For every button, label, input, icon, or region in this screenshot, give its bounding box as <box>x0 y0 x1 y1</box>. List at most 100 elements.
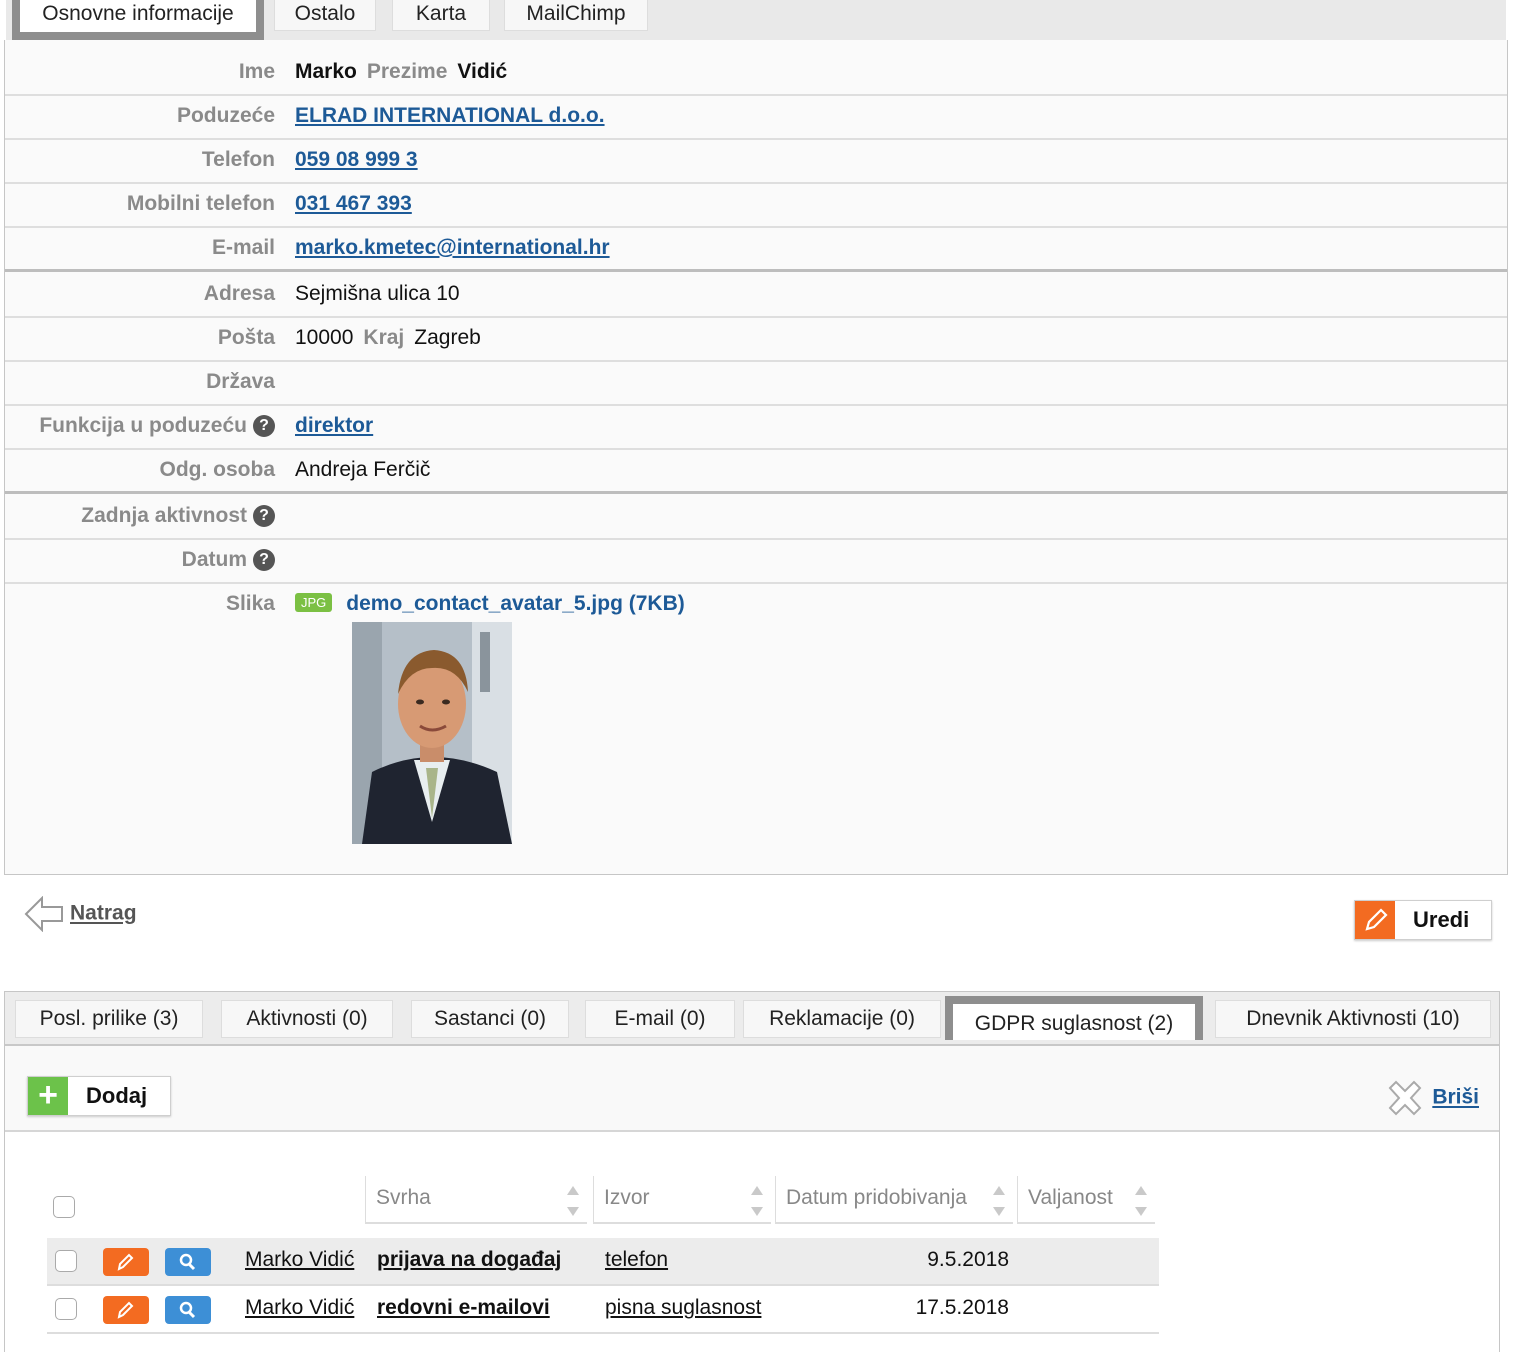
row-drzava: Država <box>5 362 1507 406</box>
edit-label: Uredi <box>1413 907 1470 932</box>
back-label[interactable]: Natrag <box>70 902 137 925</box>
back-arrow-icon <box>24 895 63 933</box>
tab-mailchimp[interactable]: MailChimp <box>504 0 648 31</box>
row-izvor-link[interactable]: telefon <box>605 1248 668 1272</box>
help-icon[interactable]: ? <box>253 505 275 527</box>
header-izvor[interactable]: Izvor <box>593 1176 771 1224</box>
adresa-label: Adresa <box>203 282 275 305</box>
view-row-button[interactable] <box>165 1248 211 1276</box>
tab-karta[interactable]: Karta <box>392 0 490 31</box>
ime-label: Ime <box>238 60 275 83</box>
posta-value: 10000 Kraj Zagreb <box>295 326 481 350</box>
header-svrha-label: Svrha <box>376 1186 431 1209</box>
row-datum: 9.5.2018 <box>927 1248 1009 1271</box>
delete-label[interactable]: Briši <box>1432 1086 1479 1109</box>
row-email: E-mail marko.kmetec@international.hr <box>5 228 1507 272</box>
zadnja-label: Zadnja aktivnost <box>81 504 247 527</box>
tab-aktivnosti[interactable]: Aktivnosti (0) <box>221 1000 393 1038</box>
select-all-checkbox[interactable] <box>53 1196 75 1218</box>
telefon-label: Telefon <box>201 148 275 171</box>
help-icon[interactable]: ? <box>253 415 275 437</box>
poduzece-label: Poduzeće <box>176 104 275 127</box>
delete-action[interactable]: Briši <box>1386 1080 1479 1116</box>
row-contact-link[interactable]: Marko Vidić <box>245 1248 354 1272</box>
sort-icon[interactable] <box>993 1186 1005 1216</box>
row-izvor-link[interactable]: pisna suglasnost <box>605 1296 761 1320</box>
postal-code: 10000 <box>295 326 354 349</box>
odg-label: Odg. osoba <box>159 458 276 481</box>
add-button[interactable]: + Dodaj <box>27 1076 171 1116</box>
posta-label: Pošta <box>217 326 275 349</box>
view-row-button[interactable] <box>165 1296 211 1324</box>
image-file-link[interactable]: demo_contact_avatar_5.jpg (7KB) <box>346 592 684 615</box>
pencil-icon <box>117 1253 134 1271</box>
row-checkbox[interactable] <box>55 1250 77 1272</box>
kraj-label: Kraj <box>363 326 405 349</box>
mobile-link[interactable]: 031 467 393 <box>295 192 412 216</box>
row-posta: Pošta 10000 Kraj Zagreb <box>5 318 1507 362</box>
header-valjanost-label: Valjanost <box>1028 1186 1113 1209</box>
row-datum: 17.5.2018 <box>915 1296 1009 1319</box>
jpg-file-icon: JPG <box>295 593 333 612</box>
tab-ostalo[interactable]: Ostalo <box>274 0 376 31</box>
tab-reklamacije[interactable]: Reklamacije (0) <box>743 1000 941 1038</box>
zadnja-label-wrap: Zadnja aktivnost? <box>81 504 275 528</box>
row-telefon: Telefon 059 08 999 3 <box>5 140 1507 184</box>
tab-email[interactable]: E-mail (0) <box>585 1000 735 1038</box>
header-datum[interactable]: Datum pridobivanja <box>775 1176 1013 1224</box>
edit-row-button[interactable] <box>103 1248 149 1276</box>
funkcija-label-wrap: Funkcija u poduzeću? <box>39 414 275 438</box>
bottom-tab-bar: Posl. prilike (3) Aktivnosti (0) Sastanc… <box>5 992 1499 1060</box>
gdpr-toolbar: + Dodaj Briši <box>5 1046 1499 1132</box>
header-izvor-label: Izvor <box>604 1186 650 1209</box>
row-datum: Datum? <box>5 540 1507 584</box>
table-row: Marko Vidić prijava na događaj telefon 9… <box>47 1238 1159 1286</box>
prezime-label: Prezime <box>366 60 448 83</box>
slika-label: Slika <box>225 592 275 615</box>
back-link[interactable]: Natrag <box>24 895 137 933</box>
header-valjanost[interactable]: Valjanost <box>1017 1176 1155 1224</box>
function-link[interactable]: direktor <box>295 414 373 438</box>
sort-icon[interactable] <box>1135 1186 1147 1216</box>
plus-icon: + <box>28 1077 68 1115</box>
row-checkbox[interactable] <box>55 1298 77 1320</box>
tab-sastanci[interactable]: Sastanci (0) <box>411 1000 569 1038</box>
company-link[interactable]: ELRAD INTERNATIONAL d.o.o. <box>295 104 605 128</box>
row-funkcija: Funkcija u poduzeću? direktor <box>5 406 1507 450</box>
datum-label: Datum <box>181 548 247 571</box>
drzava-label: Država <box>206 370 275 393</box>
sort-icon[interactable] <box>567 1186 579 1216</box>
tab-dnevnik-aktivnosti[interactable]: Dnevnik Aktivnosti (10) <box>1215 1000 1491 1038</box>
add-label: Dodaj <box>86 1083 148 1108</box>
responsible-person: Andreja Ferčič <box>295 458 431 481</box>
row-odg-osoba: Odg. osoba Andreja Ferčič <box>5 450 1507 494</box>
first-name: Marko <box>295 60 357 83</box>
last-name: Vidić <box>457 60 508 83</box>
cross-icon <box>1388 1080 1422 1116</box>
tab-gdpr-suglasnost[interactable]: GDPR suglasnost (2) <box>945 996 1203 1060</box>
top-tab-bar: Osnovne informacije Ostalo Karta MailChi… <box>6 0 1506 52</box>
row-poduzece: Poduzeće ELRAD INTERNATIONAL d.o.o. <box>5 96 1507 140</box>
row-mobilni: Mobilni telefon 031 467 393 <box>5 184 1507 228</box>
tab-osnovne-informacije[interactable]: Osnovne informacije <box>12 0 264 52</box>
header-svrha[interactable]: Svrha <box>365 1176 587 1224</box>
sort-icon[interactable] <box>751 1186 763 1216</box>
email-link[interactable]: marko.kmetec@international.hr <box>295 236 610 260</box>
tab-posl-prilike[interactable]: Posl. prilike (3) <box>15 1000 203 1038</box>
contact-avatar[interactable] <box>352 622 512 844</box>
contact-info-panel: Ime Marko Prezime Vidić Poduzeće ELRAD INT… <box>4 40 1508 875</box>
row-adresa: Adresa Sejmišna ulica 10 <box>5 272 1507 318</box>
pencil-icon <box>117 1301 134 1319</box>
phone-link[interactable]: 059 08 999 3 <box>295 148 418 172</box>
row-contact-link[interactable]: Marko Vidić <box>245 1296 354 1320</box>
edit-row-button[interactable] <box>103 1296 149 1324</box>
edit-button[interactable]: Uredi <box>1354 900 1492 940</box>
row-ime: Ime Marko Prezime Vidić <box>5 40 1507 96</box>
datum-label-wrap: Datum? <box>182 548 275 572</box>
avatar-portrait <box>352 622 512 844</box>
related-panel: Posl. prilike (3) Aktivnosti (0) Sastanc… <box>4 991 1500 1352</box>
mobilni-label: Mobilni telefon <box>126 192 275 215</box>
row-svrha-link[interactable]: redovni e-mailovi <box>377 1296 550 1320</box>
row-svrha-link[interactable]: prijava na događaj <box>377 1248 561 1272</box>
help-icon[interactable]: ? <box>253 549 275 571</box>
